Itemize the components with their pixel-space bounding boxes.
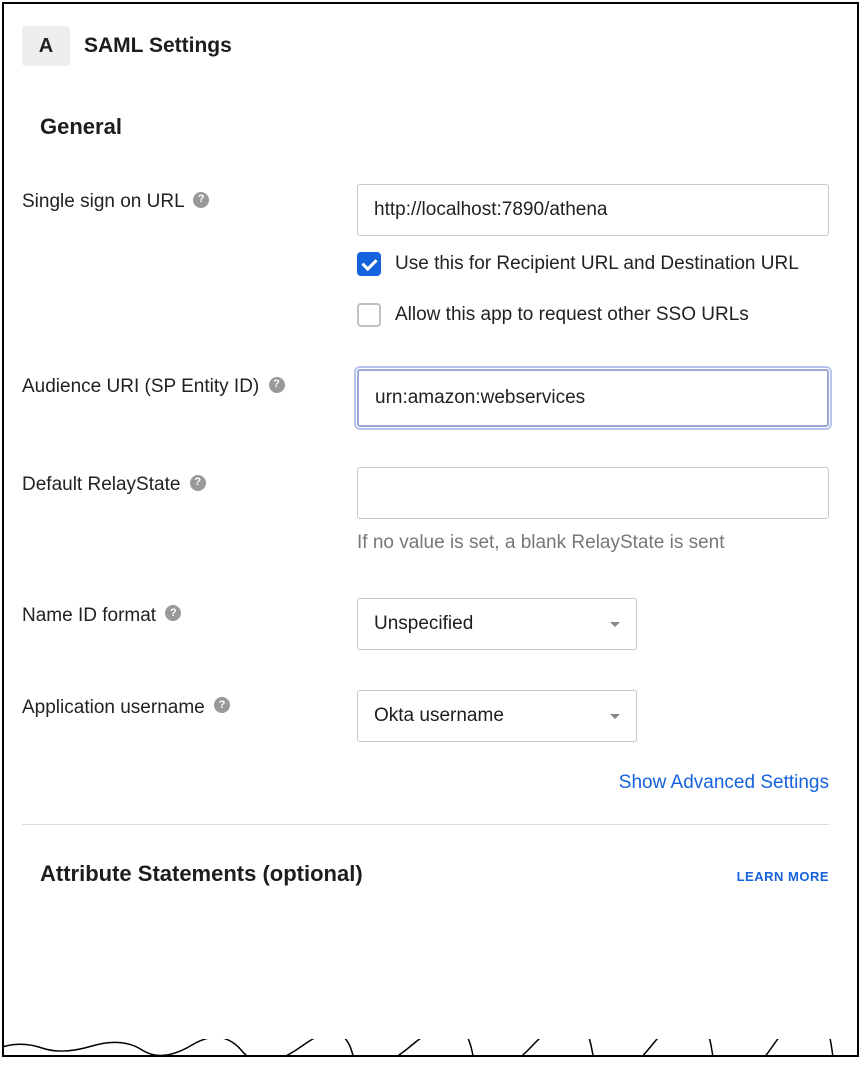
select-value: Unspecified bbox=[374, 613, 473, 635]
checkbox-recipient-url[interactable]: Use this for Recipient URL and Destinati… bbox=[357, 250, 829, 279]
panel-title: SAML Settings bbox=[84, 34, 232, 58]
panel-header: A SAML Settings bbox=[22, 26, 829, 66]
label-default-relaystate: Default RelayState ? bbox=[22, 467, 357, 499]
help-icon[interactable]: ? bbox=[190, 475, 206, 491]
row-audience-uri: Audience URI (SP Entity ID) ? bbox=[22, 369, 829, 427]
relaystate-helper-text: If no value is set, a blank RelayState i… bbox=[357, 529, 829, 558]
help-icon[interactable]: ? bbox=[214, 697, 230, 713]
checkbox-label: Allow this app to request other SSO URLs bbox=[395, 301, 749, 330]
label-name-id-format: Name ID format ? bbox=[22, 598, 357, 630]
default-relaystate-input[interactable] bbox=[357, 467, 829, 519]
attribute-statements-title: Attribute Statements (optional) bbox=[40, 861, 363, 887]
saml-settings-panel: A SAML Settings General Single sign on U… bbox=[2, 2, 859, 1057]
section-divider bbox=[22, 824, 829, 825]
row-sso-url: Single sign on URL ? Use this for Recipi… bbox=[22, 184, 829, 329]
name-id-format-select[interactable]: Unspecified bbox=[357, 598, 637, 650]
general-section-title: General bbox=[40, 114, 829, 140]
step-badge: A bbox=[22, 26, 70, 66]
row-name-id-format: Name ID format ? Unspecified bbox=[22, 598, 829, 650]
sso-url-input[interactable] bbox=[357, 184, 829, 236]
audience-uri-input[interactable] bbox=[357, 369, 829, 427]
checkbox-allow-other-sso[interactable]: Allow this app to request other SSO URLs bbox=[357, 301, 829, 330]
label-audience-uri: Audience URI (SP Entity ID) ? bbox=[22, 369, 357, 401]
help-icon[interactable]: ? bbox=[165, 605, 181, 621]
app-username-select[interactable]: Okta username bbox=[357, 690, 637, 742]
torn-edge-decoration bbox=[2, 1039, 859, 1057]
attribute-statements-header: Attribute Statements (optional) LEARN MO… bbox=[40, 861, 829, 887]
checkbox-icon[interactable] bbox=[357, 303, 381, 327]
show-advanced-settings-link[interactable]: Show Advanced Settings bbox=[619, 772, 829, 793]
select-value: Okta username bbox=[374, 705, 504, 727]
row-default-relaystate: Default RelayState ? If no value is set,… bbox=[22, 467, 829, 558]
checkbox-label: Use this for Recipient URL and Destinati… bbox=[395, 250, 799, 279]
label-sso-url: Single sign on URL ? bbox=[22, 184, 357, 216]
advanced-settings-row: Show Advanced Settings bbox=[22, 772, 829, 794]
help-icon[interactable]: ? bbox=[269, 377, 285, 393]
help-icon[interactable]: ? bbox=[193, 192, 209, 208]
row-app-username: Application username ? Okta username bbox=[22, 690, 829, 742]
learn-more-link[interactable]: LEARN MORE bbox=[737, 869, 829, 884]
label-app-username: Application username ? bbox=[22, 690, 357, 722]
checkbox-icon[interactable] bbox=[357, 252, 381, 276]
